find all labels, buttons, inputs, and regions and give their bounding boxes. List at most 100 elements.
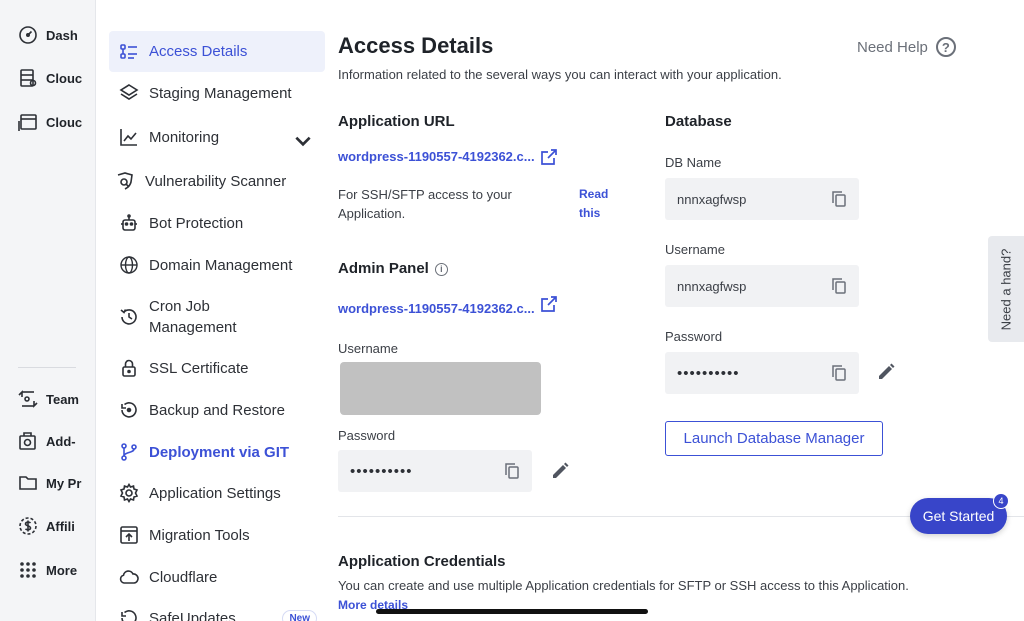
nav-item-domain-management[interactable]: Domain Management	[109, 254, 325, 276]
admin-panel-heading: Admin Panel i	[338, 260, 448, 277]
admin-password-field[interactable]: ••••••••••	[338, 450, 532, 492]
nav-item-vulnerability-scanner[interactable]: Vulnerability Scanner	[105, 170, 321, 192]
nav-label: Bot Protection	[149, 214, 244, 232]
get-started-count-badge: 4	[993, 493, 1009, 509]
info-icon[interactable]: i	[434, 262, 448, 276]
nav-item-deployment-git[interactable]: Deployment via GIT	[109, 441, 325, 463]
grid-icon	[20, 562, 36, 578]
external-link-icon[interactable]	[540, 148, 558, 166]
need-help-link[interactable]: Need Help ?	[857, 37, 956, 57]
copy-icon[interactable]	[504, 462, 520, 480]
cloud-icon	[119, 570, 139, 584]
rail-item-dashboard[interactable]: Dash	[18, 23, 86, 47]
page-title: Access Details	[338, 33, 494, 58]
robot-icon	[121, 214, 137, 231]
gauge-icon	[19, 26, 37, 44]
rail-item-my-projects[interactable]: My Pr	[18, 471, 86, 495]
application-url-link[interactable]: wordpress-1190557-4192362.c...	[338, 149, 535, 164]
nav-item-application-settings[interactable]: Application Settings	[109, 482, 325, 504]
dollar-icon	[19, 517, 37, 535]
edit-pencil-icon[interactable]	[876, 362, 896, 382]
rail-item-addons[interactable]: Add-	[18, 429, 86, 453]
db-name-field[interactable]: nnnxagfwsp	[665, 178, 859, 220]
launch-database-manager-button[interactable]: Launch Database Manager	[665, 421, 883, 456]
application-credentials-description: You can create and use multiple Applicat…	[338, 578, 909, 593]
application-credentials-heading: Application Credentials	[338, 553, 506, 570]
safeupdates-icon	[121, 610, 137, 621]
rail-item-team[interactable]: Team	[18, 387, 86, 411]
admin-password-value: ••••••••••	[350, 462, 413, 480]
get-started-label: Get Started	[922, 508, 995, 524]
nav-label: Cloudflare	[149, 568, 218, 586]
nav-item-migration-tools[interactable]: Migration Tools	[109, 524, 325, 546]
lock-icon	[122, 359, 136, 377]
external-link-icon[interactable]	[540, 295, 558, 313]
nav-label: Application Settings	[149, 484, 281, 502]
nav-label: Cron Job Management	[149, 298, 237, 336]
nav-item-cloudflare[interactable]: Cloudflare	[109, 566, 325, 588]
db-password-value: ••••••••••	[677, 364, 740, 382]
rail-label: Clouc	[46, 114, 83, 130]
rail-label: More	[46, 562, 78, 578]
history-icon	[120, 309, 137, 325]
new-badge: New	[282, 610, 317, 621]
nav-item-backup[interactable]: Backup and Restore	[109, 399, 325, 421]
application-url-heading: Application URL	[338, 113, 455, 130]
get-started-button[interactable]: Get Started 4	[910, 493, 1009, 534]
admin-panel-heading-label: Admin Panel	[338, 260, 429, 277]
rail-label: Add-	[46, 433, 76, 449]
copy-icon[interactable]	[831, 190, 847, 208]
nav-label: Monitoring	[149, 128, 220, 146]
nav-label: Migration Tools	[149, 526, 250, 544]
db-username-field[interactable]: nnnxagfwsp	[665, 265, 859, 307]
need-a-hand-tab[interactable]: Need a hand?	[988, 236, 1024, 342]
read-this-link[interactable]: Read this	[579, 185, 619, 223]
rail-item-more[interactable]: More	[18, 558, 77, 582]
rail-label: Affili	[46, 518, 75, 534]
list-icon	[120, 43, 137, 59]
nav-item-monitoring[interactable]: Monitoring	[109, 126, 325, 148]
window-icon	[18, 114, 37, 131]
copy-icon[interactable]	[831, 277, 847, 295]
admin-password-label: Password	[338, 428, 396, 443]
admin-username-redacted	[340, 362, 541, 415]
nav-item-bot-protection[interactable]: Bot Protection	[109, 212, 325, 234]
chevron-down-icon[interactable]	[293, 131, 313, 151]
rail-item-cloud-apps[interactable]: Clouc	[18, 110, 86, 134]
left-rail: Dash Clouc Clouc Team Add- My Pr Affili …	[0, 0, 96, 621]
git-branch-icon	[121, 443, 137, 461]
db-name-value: nnnxagfwsp	[677, 191, 747, 207]
layers-icon	[119, 84, 139, 100]
nav-label: Staging Management	[149, 84, 292, 102]
rail-item-cloud-servers[interactable]: Clouc	[18, 66, 86, 90]
nav-label: Vulnerability Scanner	[145, 172, 287, 190]
ssh-note: For SSH/SFTP access to your Application.	[338, 187, 512, 221]
nav-item-access-details[interactable]: Access Details	[109, 31, 325, 72]
question-icon: ?	[935, 37, 956, 57]
migration-icon	[120, 526, 138, 544]
copy-icon[interactable]	[831, 364, 847, 382]
app-subnav: Access Details Staging Management Monito…	[96, 0, 332, 621]
rail-divider	[18, 367, 76, 368]
nav-item-safeupdates[interactable]: SafeUpdates New	[109, 606, 325, 621]
rail-label: My Pr	[46, 475, 82, 491]
folder-icon	[19, 476, 37, 490]
nav-label: Access Details	[149, 43, 248, 60]
edit-pencil-icon[interactable]	[550, 461, 570, 481]
gear-icon	[119, 483, 139, 503]
page-subtitle: Information related to the several ways …	[338, 67, 782, 82]
db-username-value: nnnxagfwsp	[677, 278, 747, 294]
db-username-label: Username	[665, 242, 725, 257]
need-a-hand-label: Need a hand?	[998, 248, 1014, 330]
nav-item-ssl[interactable]: SSL Certificate	[109, 357, 325, 379]
nav-label: Domain Management	[149, 256, 293, 274]
db-password-field[interactable]: ••••••••••	[665, 352, 859, 394]
home-indicator	[376, 609, 648, 614]
admin-panel-link[interactable]: wordpress-1190557-4192362.c...	[338, 301, 535, 316]
restore-icon	[121, 402, 137, 418]
nav-item-staging[interactable]: Staging Management	[109, 82, 325, 104]
rail-item-affiliates[interactable]: Affili	[18, 514, 86, 538]
globe-www-icon	[120, 256, 138, 274]
rail-label: Clouc	[46, 70, 83, 86]
nav-item-cron-job[interactable]: Cron Job Management	[109, 295, 325, 339]
